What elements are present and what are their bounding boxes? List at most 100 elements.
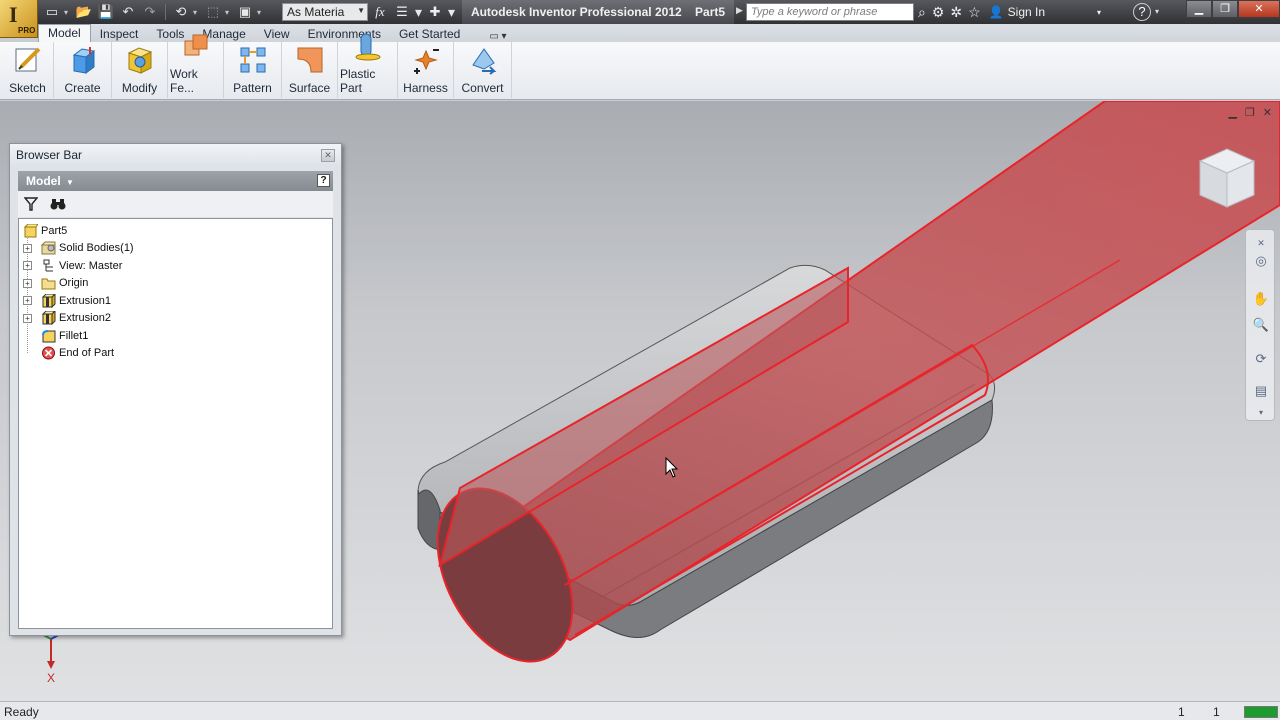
harness-button[interactable]: Harness	[398, 42, 454, 98]
navbar-close-icon[interactable]: ✕	[1252, 234, 1270, 252]
tab-inspect[interactable]: Inspect	[91, 26, 148, 42]
tree-node-label: Fillet1	[59, 329, 89, 342]
customize-dropdown-icon[interactable]: ▾	[448, 4, 455, 21]
surface-button[interactable]: Surface	[282, 42, 338, 98]
ribbon-minimize-icon[interactable]: ▭ ▾	[489, 31, 506, 42]
expand-plus-icon[interactable]: +	[23, 278, 32, 288]
model-tree: Part5 + Solid Bodies(1) + View: Master + Origi…	[18, 218, 333, 629]
navbar-options-icon[interactable]: ▾	[1252, 404, 1270, 422]
tree-node-label: Extrusion1	[59, 294, 111, 307]
add-icon[interactable]: ✚	[426, 5, 444, 20]
select-dropdown-icon[interactable]: ▾	[225, 8, 233, 17]
infocenter: ⌕ ⚙ ✲ ☆ 👤 Sign In ▾	[918, 3, 1101, 21]
steering-wheel-icon[interactable]: ◎	[1252, 252, 1270, 270]
filter-icon[interactable]	[24, 197, 38, 211]
tree-node-end-of-part[interactable]: End of Part	[19, 345, 332, 363]
chevron-down-icon: ▼	[66, 178, 74, 187]
modify-icon	[125, 45, 155, 75]
tab-model[interactable]: Model	[38, 24, 91, 42]
save-icon[interactable]: 💾	[96, 3, 116, 21]
select-filter-icon[interactable]: ⬚	[203, 3, 223, 21]
model-dropdown[interactable]: Model ▼ ?	[18, 171, 333, 191]
sketch-button[interactable]: Sketch	[2, 42, 54, 98]
close-button[interactable]: ✕	[1238, 0, 1280, 18]
return-dropdown-icon[interactable]: ▾	[193, 8, 201, 17]
tree-node-solid-bodies-1[interactable]: + Solid Bodies(1)	[19, 240, 332, 258]
expand-plus-icon[interactable]: +	[23, 261, 32, 271]
update-dropdown-icon[interactable]: ▾	[257, 8, 265, 17]
help-icon[interactable]: ?	[1133, 3, 1151, 21]
viewport-minimize-button[interactable]: ▁	[1228, 106, 1236, 119]
expand-plus-icon[interactable]: +	[23, 313, 32, 323]
viewport-close-button[interactable]: ✕	[1263, 106, 1272, 119]
communication-icon[interactable]: ✲	[950, 4, 962, 21]
search-input[interactable]: Type a keyword or phrase	[746, 3, 914, 21]
binoculars-icon[interactable]	[50, 197, 66, 211]
tree-node-part5[interactable]: Part5	[1, 222, 332, 240]
sketch-label: Sketch	[9, 81, 46, 95]
pattern-button[interactable]: Pattern	[224, 42, 282, 98]
parameters-icon[interactable]: fx	[371, 4, 389, 20]
viewcube-icon[interactable]	[1196, 145, 1258, 215]
browser-close-button[interactable]: ✕	[321, 149, 335, 162]
binoculars-search-icon[interactable]: ⌕	[918, 4, 926, 21]
plastic-part-button[interactable]: Plastic Part	[338, 33, 398, 98]
tree-node-view-master[interactable]: + View: Master	[19, 257, 332, 275]
open-icon[interactable]: 📂	[74, 3, 94, 21]
help-dropdown-icon[interactable]: ▾	[1155, 7, 1159, 16]
update-icon[interactable]: ▣	[235, 3, 255, 21]
part-icon	[23, 223, 39, 238]
tab-view[interactable]: View	[255, 26, 299, 42]
tree-node-extrusion2[interactable]: + Extrusion2	[19, 310, 332, 328]
expand-plus-icon[interactable]: +	[23, 296, 32, 306]
selected-cylinder[interactable]	[438, 101, 1280, 642]
tree-node-extrusion1[interactable]: + Extrusion1	[19, 292, 332, 310]
appearance-dropdown-icon[interactable]: ▾	[415, 4, 422, 21]
favorites-star-icon[interactable]: ☆	[968, 4, 981, 21]
subscription-icon[interactable]: ⚙	[932, 4, 945, 21]
convert-label: Convert	[461, 81, 504, 95]
create-button[interactable]: Create	[54, 42, 112, 98]
pattern-label: Pattern	[233, 81, 272, 95]
tree-node-origin[interactable]: + Origin	[19, 275, 332, 293]
new-icon[interactable]: ▭	[42, 3, 62, 21]
restore-button[interactable]: ❐	[1212, 0, 1238, 18]
pan-icon[interactable]: ✋	[1252, 290, 1270, 308]
surface-label: Surface	[288, 81, 331, 95]
tree-node-label: View: Master	[59, 259, 123, 272]
sign-in-button[interactable]: 👤 Sign In ▾	[989, 5, 1101, 19]
pattern-icon	[238, 45, 268, 75]
end-of-part-icon	[41, 346, 56, 360]
tree-node-fillet1[interactable]: Fillet1	[19, 327, 332, 345]
look-at-icon[interactable]: ▤	[1252, 382, 1270, 400]
minimize-button[interactable]: ▁	[1186, 0, 1212, 18]
tab-get-started[interactable]: Get Started	[390, 26, 469, 42]
appearance-icon[interactable]: ☰	[393, 5, 411, 20]
work-features-button[interactable]: Work Fe...	[168, 34, 224, 98]
convert-icon	[468, 45, 498, 75]
quick-access-toolbar: ▭ ▾ 📂 💾 ↶ ↷ ⟲ ▾ ⬚ ▾ ▣ ▾	[42, 3, 265, 21]
status-text: Ready	[4, 705, 39, 719]
return-icon[interactable]: ⟲	[171, 3, 191, 21]
browser-help-button[interactable]: ?	[317, 174, 330, 187]
plastic-part-icon	[353, 31, 383, 61]
convert-button[interactable]: Convert	[454, 42, 512, 98]
zoom-icon[interactable]: 🔍	[1252, 316, 1270, 334]
new-dropdown-icon[interactable]: ▾	[64, 8, 72, 17]
material-select[interactable]: As Materia ▼	[282, 3, 368, 21]
search-expand-icon[interactable]: ▶	[736, 5, 743, 16]
viewport-window-controls: ▁ ❐ ✕	[1228, 106, 1272, 119]
chevron-down-icon: ▼	[357, 6, 365, 15]
plastic-part-label: Plastic Part	[340, 67, 376, 95]
fillet-icon	[41, 329, 56, 343]
window-controls: ▁ ❐ ✕	[1186, 0, 1280, 18]
viewport-restore-button[interactable]: ❐	[1245, 106, 1255, 119]
orbit-icon[interactable]: ⟳	[1252, 350, 1270, 368]
redo-icon[interactable]: ↷	[140, 3, 160, 21]
ribbon-panel: Sketch Create Modify Work Fe... Pattern Surfa…	[0, 33, 1280, 100]
tree-node-label: Origin	[59, 277, 89, 290]
application-menu-button[interactable]: I PRO	[0, 0, 38, 38]
modify-button[interactable]: Modify	[112, 42, 168, 98]
expand-plus-icon[interactable]: +	[23, 243, 32, 253]
undo-icon[interactable]: ↶	[118, 3, 138, 21]
